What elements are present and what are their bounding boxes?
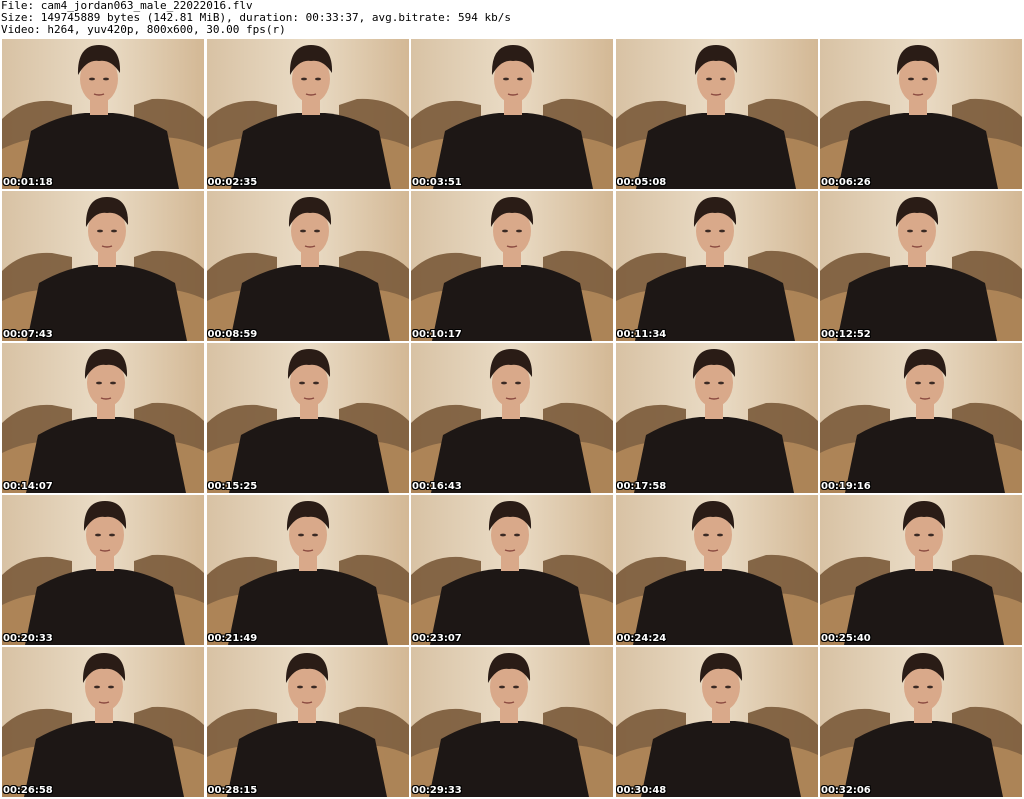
thumbnail-frame: 00:07:43 (2, 191, 204, 341)
frame-timestamp: 00:20:33 (3, 633, 53, 644)
video-frame-image (206, 39, 409, 189)
thumbnail-frame: 00:15:25 (206, 343, 409, 493)
frame-timestamp: 00:10:17 (412, 329, 462, 340)
frame-timestamp: 00:05:08 (616, 177, 667, 188)
video-frame-image (2, 39, 204, 189)
thumbnail-frame: 00:10:17 (411, 191, 613, 341)
thumbnail-frame: 00:32:06 (820, 647, 1022, 797)
frame-timestamp: 00:23:07 (412, 633, 462, 644)
frame-timestamp: 00:30:48 (616, 785, 667, 796)
frame-timestamp: 00:26:58 (3, 785, 53, 796)
thumbnail-grid: 00:01:18 00:02:35 00:03:51 00:05:08 00:06:26… (2, 39, 1022, 798)
thumbnail-frame: 00:29:33 (411, 647, 613, 797)
video-frame-image (820, 495, 1022, 645)
video-frame-image (411, 495, 613, 645)
thumbnail-frame: 00:19:16 (820, 343, 1022, 493)
video-frame-image (615, 39, 818, 189)
video-frame-image (206, 647, 409, 797)
thumbnail-frame: 00:28:15 (206, 647, 409, 797)
frame-timestamp: 00:01:18 (3, 177, 53, 188)
video-frame-image (615, 191, 818, 341)
thumbnail-frame: 00:23:07 (411, 495, 613, 645)
thumbnail-frame: 00:01:18 (2, 39, 204, 189)
thumbnail-frame: 00:17:58 (615, 343, 818, 493)
video-frame-image (411, 191, 613, 341)
frame-timestamp: 00:25:40 (821, 633, 871, 644)
frame-timestamp: 00:32:06 (821, 785, 871, 796)
video-frame-image (615, 495, 818, 645)
thumbnail-frame: 00:14:07 (2, 343, 204, 493)
video-frame-image (2, 647, 204, 797)
thumbnail-frame: 00:24:24 (615, 495, 818, 645)
video-frame-image (820, 191, 1022, 341)
frame-timestamp: 00:16:43 (412, 481, 462, 492)
frame-timestamp: 00:24:24 (616, 633, 667, 644)
frame-timestamp: 00:03:51 (412, 177, 462, 188)
frame-timestamp: 00:21:49 (207, 633, 258, 644)
video-frame-image (820, 647, 1022, 797)
video-frame-image (2, 495, 204, 645)
frame-timestamp: 00:07:43 (3, 329, 53, 340)
video-frame-image (411, 647, 613, 797)
frame-timestamp: 00:06:26 (821, 177, 871, 188)
file-info-header: File: cam4_jordan063_male_22022016.flv S… (1, 0, 1021, 37)
thumbnail-frame: 00:12:52 (820, 191, 1022, 341)
thumbnail-frame: 00:08:59 (206, 191, 409, 341)
video-info-line: Video: h264, yuv420p, 800x600, 30.00 fps… (1, 23, 286, 36)
video-frame-image (615, 343, 818, 493)
frame-timestamp: 00:12:52 (821, 329, 871, 340)
frame-timestamp: 00:29:33 (412, 785, 462, 796)
thumbnail-frame: 00:11:34 (615, 191, 818, 341)
thumbnail-frame: 00:20:33 (2, 495, 204, 645)
thumbnail-frame: 00:05:08 (615, 39, 818, 189)
thumbnail-frame: 00:21:49 (206, 495, 409, 645)
thumbnail-frame: 00:30:48 (615, 647, 818, 797)
video-frame-image (2, 343, 204, 493)
thumbnail-frame: 00:02:35 (206, 39, 409, 189)
frame-timestamp: 00:14:07 (3, 481, 53, 492)
video-frame-image (411, 39, 613, 189)
thumbnail-frame: 00:26:58 (2, 647, 204, 797)
thumbnail-frame: 00:16:43 (411, 343, 613, 493)
frame-timestamp: 00:17:58 (616, 481, 667, 492)
video-frame-image (820, 39, 1022, 189)
video-frame-image (820, 343, 1022, 493)
video-frame-image (411, 343, 613, 493)
thumbnail-frame: 00:03:51 (411, 39, 613, 189)
frame-timestamp: 00:02:35 (207, 177, 258, 188)
video-frame-image (206, 495, 409, 645)
frame-timestamp: 00:08:59 (207, 329, 258, 340)
video-frame-image (206, 191, 409, 341)
video-frame-image (2, 191, 204, 341)
thumbnail-frame: 00:25:40 (820, 495, 1022, 645)
frame-timestamp: 00:15:25 (207, 481, 258, 492)
video-frame-image (615, 647, 818, 797)
frame-timestamp: 00:19:16 (821, 481, 871, 492)
thumbnail-frame: 00:06:26 (820, 39, 1022, 189)
frame-timestamp: 00:28:15 (207, 785, 258, 796)
frame-timestamp: 00:11:34 (616, 329, 667, 340)
video-frame-image (206, 343, 409, 493)
